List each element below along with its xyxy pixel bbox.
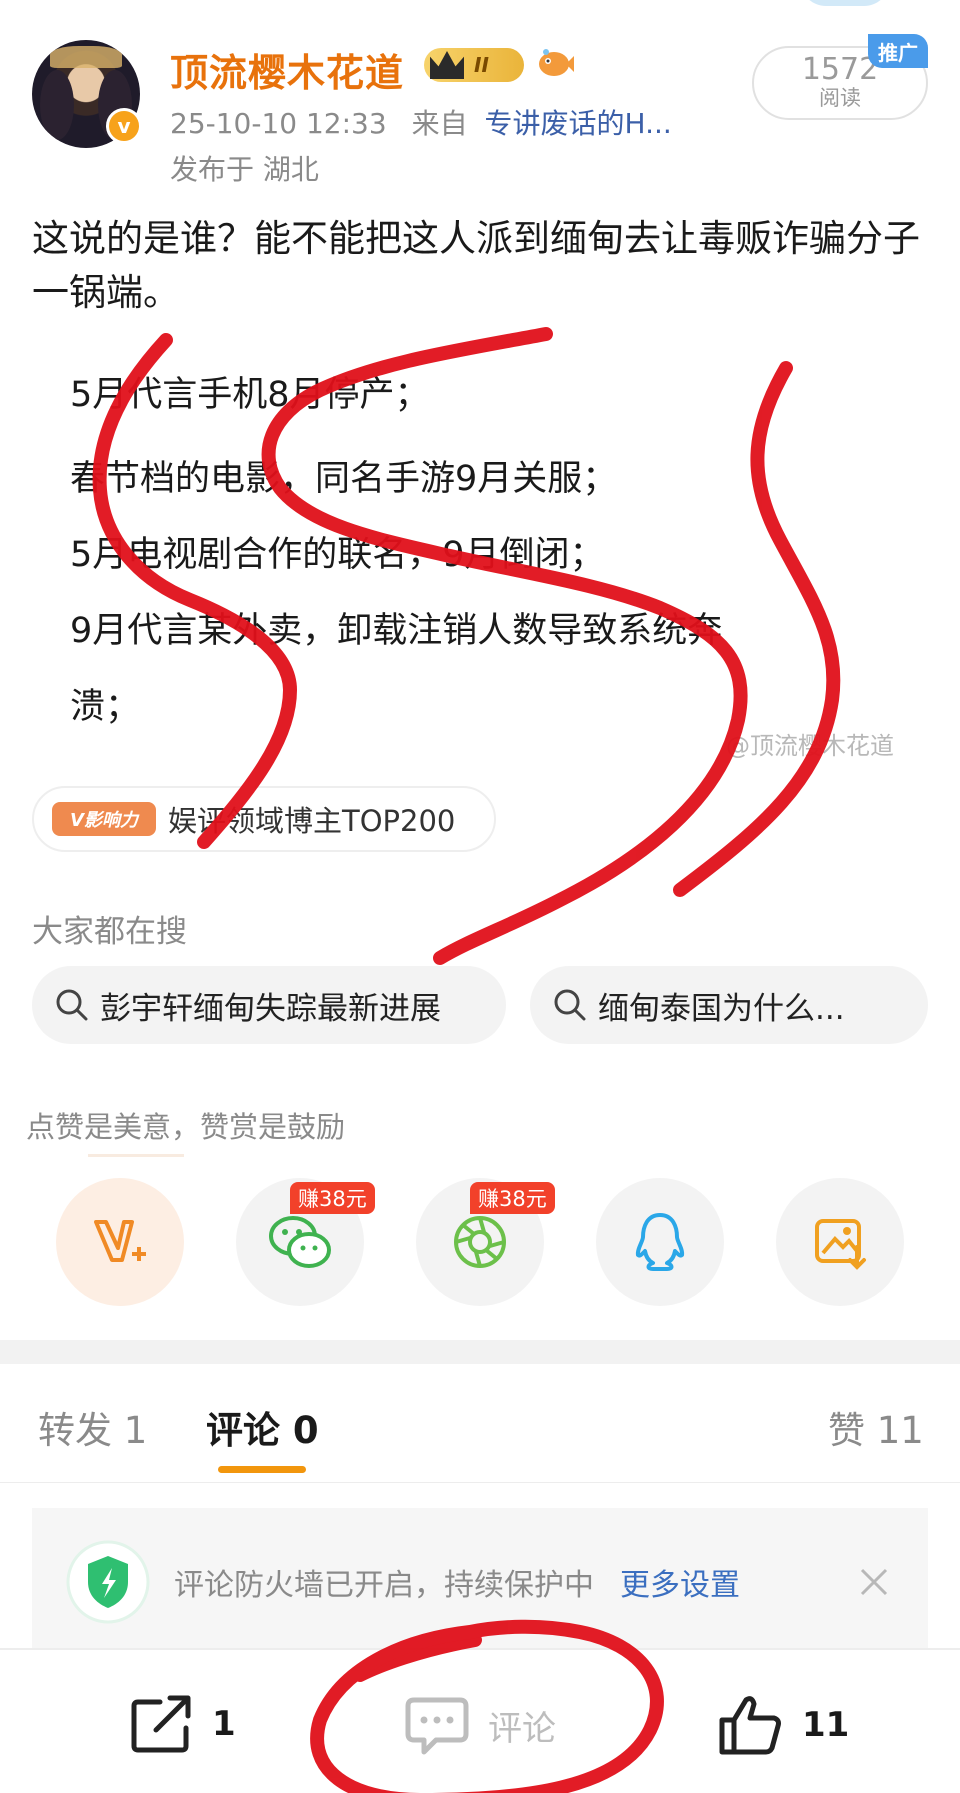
section-divider xyxy=(0,1340,960,1364)
search-chip[interactable]: 缅甸泰国为什么... xyxy=(530,966,928,1044)
share-icon xyxy=(131,1695,191,1753)
firewall-notice: 评论防火墙已开启，持续保护中 更多设置 xyxy=(32,1508,928,1656)
active-tab-indicator xyxy=(218,1466,306,1473)
search-icon xyxy=(554,989,586,1021)
post-location: 发布于 湖北 xyxy=(170,153,319,186)
image-text-line: 春节档的电影，同名手游9月关服； xyxy=(70,459,618,499)
search-icon xyxy=(56,989,88,1021)
more-settings-link[interactable]: 更多设置 xyxy=(620,1560,740,1604)
thumbs-up-icon xyxy=(719,1696,781,1755)
image-text-line: 9月代言某外卖，卸载注销人数导致系统奔 xyxy=(70,611,723,651)
shield-icon xyxy=(66,1540,150,1624)
reward-button[interactable] xyxy=(56,1178,184,1306)
post-time: 25-10-10 12:33 xyxy=(170,107,387,140)
post-text: 这说的是谁？能不能把这人派到缅甸去让毒贩诈骗分子一锅端。 xyxy=(32,217,920,314)
earn-badge: 赚38元 xyxy=(290,1182,375,1214)
top-decoration xyxy=(800,0,890,6)
image-text-line: 5月电视剧合作的联名，9月倒闭； xyxy=(70,535,605,575)
tab-comment[interactable]: 评论 0 xyxy=(206,1400,319,1454)
like-count: 11 xyxy=(802,1705,850,1745)
close-icon[interactable] xyxy=(858,1566,890,1598)
comment-icon xyxy=(405,1697,469,1755)
tabs-divider xyxy=(0,1482,960,1483)
comment-label: 评论 xyxy=(488,1708,556,1749)
fan-badge-icon[interactable] xyxy=(536,46,574,80)
search-chip-label: 彭宇轩缅甸失踪最新进展 xyxy=(100,990,441,1027)
like-action[interactable]: 11 xyxy=(718,1694,849,1756)
reward-pointer xyxy=(88,1154,184,1157)
read-label: 阅读 xyxy=(819,86,861,110)
save-image-button[interactable] xyxy=(776,1178,904,1306)
image-watermark: @顶流樱木花道 xyxy=(726,732,894,760)
from-label: 来自 xyxy=(411,107,468,140)
search-chip-label: 缅甸泰国为什么... xyxy=(598,990,845,1027)
level-label: II xyxy=(474,53,489,77)
influence-tag[interactable]: V影响力 娱评领域博主TOP200 xyxy=(32,786,496,852)
influence-text: 娱评领域博主TOP200 xyxy=(168,804,456,838)
source-link[interactable]: 专讲废话的H... xyxy=(485,107,672,140)
earn-badge: 赚38元 xyxy=(470,1182,555,1214)
firewall-text: 评论防火墙已开启，持续保护中 xyxy=(174,1568,594,1603)
share-qq-button[interactable] xyxy=(596,1178,724,1306)
moments-icon xyxy=(454,1216,506,1268)
share-count: 1 xyxy=(212,1704,236,1744)
v-plus-icon xyxy=(94,1220,146,1262)
image-text-line: 溃； xyxy=(70,687,141,727)
qq-icon xyxy=(635,1213,685,1271)
comment-action[interactable]: 评论 xyxy=(404,1694,556,1756)
search-section-title: 大家都在搜 xyxy=(32,914,187,950)
bottom-action-bar: 1 评论 11 xyxy=(0,1648,960,1793)
save-image-icon xyxy=(815,1219,866,1270)
search-chip[interactable]: 彭宇轩缅甸失踪最新进展 xyxy=(32,966,506,1044)
username[interactable]: 顶流樱木花道 xyxy=(170,42,404,97)
tab-like[interactable]: 赞 11 xyxy=(828,1400,924,1454)
level-badge[interactable]: II xyxy=(424,48,524,82)
crown-icon xyxy=(430,51,464,79)
influence-badge: V影响力 xyxy=(52,802,156,836)
tab-repost[interactable]: 转发 1 xyxy=(38,1400,147,1454)
post-meta: 25-10-10 12:33 来自 专讲废话的H... xyxy=(170,102,672,142)
detail-tabs: 转发 1 评论 0 赞 11 xyxy=(0,1400,960,1480)
reward-title: 点赞是美意，赞赏是鼓励 xyxy=(26,1110,346,1144)
wechat-icon xyxy=(269,1216,331,1268)
ad-tag: 推广 xyxy=(868,34,928,68)
verified-icon: v xyxy=(106,108,142,144)
image-text-line: 5月代言手机8月停产； xyxy=(70,375,430,415)
share-action[interactable]: 1 xyxy=(130,1694,236,1754)
